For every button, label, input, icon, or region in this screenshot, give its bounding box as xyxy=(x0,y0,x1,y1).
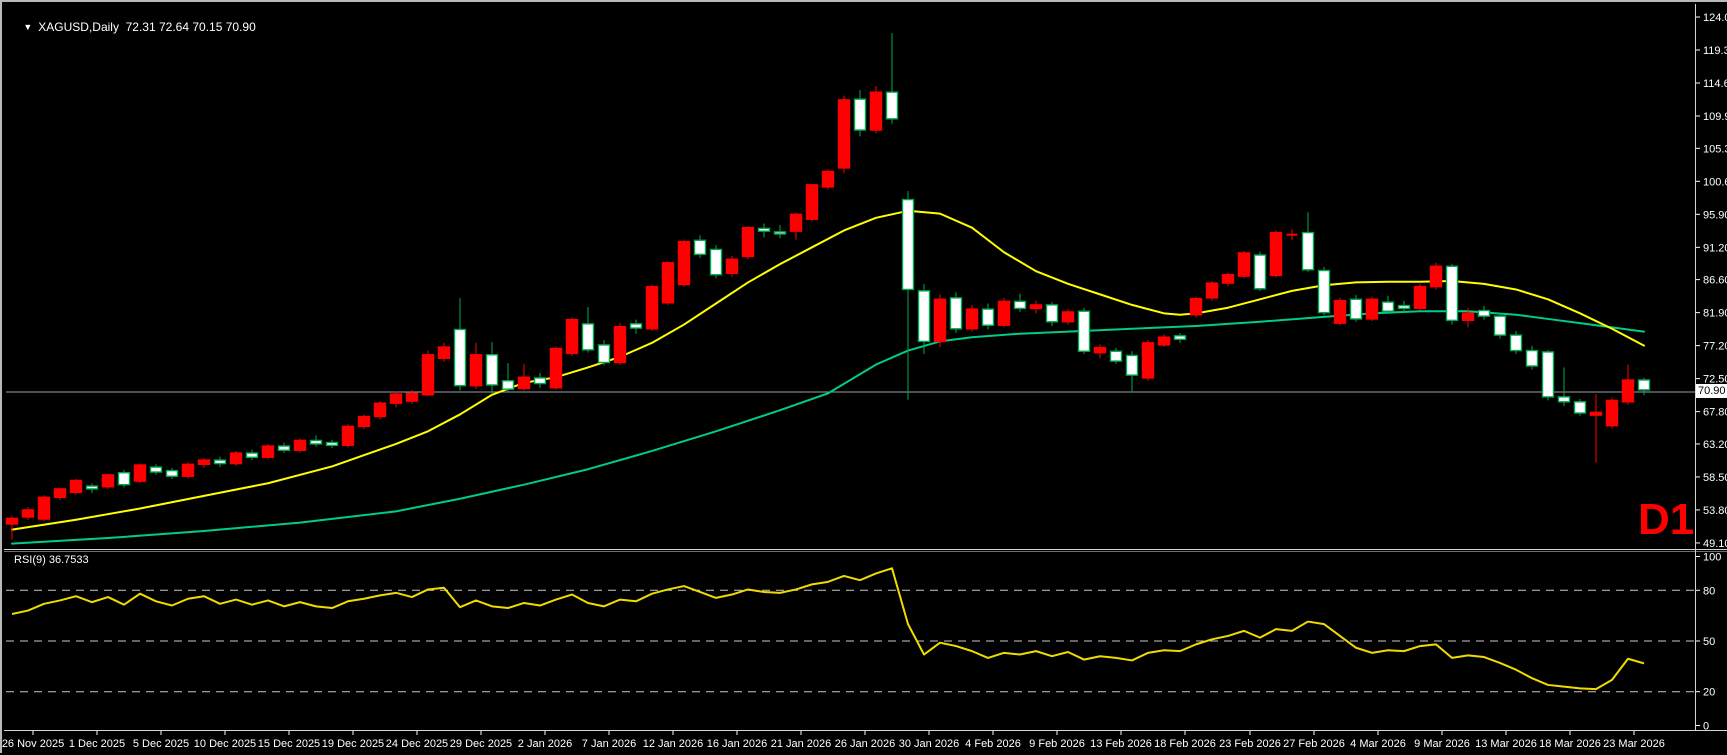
date-axis-label: 24 Dec 2025 xyxy=(386,738,448,750)
date-axis-label: 13 Mar 2026 xyxy=(1475,738,1537,750)
timeframe-watermark: D1 xyxy=(1638,495,1695,544)
chart-window: 124.00 119.30 114.60 109.90 105.30 100.60 95.9… xyxy=(0,0,1727,755)
date-axis-label: 9 Mar 2026 xyxy=(1414,738,1470,750)
price-axis-label: 105.30 xyxy=(1703,143,1727,155)
date-axis-label: 23 Feb 2026 xyxy=(1219,738,1281,750)
date-axis-label: 30 Jan 2026 xyxy=(899,738,960,750)
price-axis-label: 49.10 xyxy=(1703,538,1727,550)
price-axis-label: 53.80 xyxy=(1703,505,1727,517)
current-price-tag: 70.90 xyxy=(1696,384,1727,398)
date-axis-label: 19 Dec 2025 xyxy=(322,738,384,750)
date-axis-label: 15 Dec 2025 xyxy=(258,738,320,750)
date-axis-label: 29 Dec 2025 xyxy=(450,738,512,750)
price-axis-label: 86.60 xyxy=(1703,275,1727,287)
date-axis-label: 21 Jan 2026 xyxy=(771,738,832,750)
price-axis-label: 114.60 xyxy=(1703,78,1727,90)
date-axis-label: 13 Feb 2026 xyxy=(1090,738,1152,750)
rsi-axis-label: 100 xyxy=(1703,552,1721,564)
chart-title-ohlc: 72.31 72.64 70.15 70.90 xyxy=(125,20,256,34)
date-axis-label: 7 Jan 2026 xyxy=(582,738,636,750)
date-axis-label: 12 Jan 2026 xyxy=(643,738,704,750)
date-axis-label: 26 Nov 2025 xyxy=(2,738,64,750)
price-axis-label: 58.50 xyxy=(1703,472,1727,484)
rsi-axis-label: 20 xyxy=(1703,687,1715,699)
date-axis-label: 16 Jan 2026 xyxy=(707,738,768,750)
price-axis-label: 77.20 xyxy=(1703,341,1727,353)
date-axis-label: 4 Mar 2026 xyxy=(1350,738,1406,750)
price-axis-label: 63.20 xyxy=(1703,439,1727,451)
price-axis-label: 100.60 xyxy=(1703,176,1727,188)
symbol-dropdown-icon[interactable]: ▼ xyxy=(23,22,32,32)
rsi-axis-label: 80 xyxy=(1703,585,1715,597)
date-axis-label: 2 Jan 2026 xyxy=(518,738,572,750)
date-axis-label: 23 Mar 2026 xyxy=(1603,738,1665,750)
price-axis-label: 67.80 xyxy=(1703,407,1727,419)
rsi-axis-label: 0 xyxy=(1703,721,1709,733)
price-axis-label: 95.90 xyxy=(1703,209,1727,221)
price-axis-label: 109.90 xyxy=(1703,111,1727,123)
date-axis-label: 26 Jan 2026 xyxy=(835,738,896,750)
date-axis-label: 18 Mar 2026 xyxy=(1539,738,1601,750)
price-axis-label: 119.30 xyxy=(1703,45,1727,57)
date-axis-label: 10 Dec 2025 xyxy=(194,738,256,750)
price-axis-label: 91.20 xyxy=(1703,242,1727,254)
date-axis-label: 5 Dec 2025 xyxy=(133,738,189,750)
date-axis-label: 9 Feb 2026 xyxy=(1029,738,1085,750)
price-axis-label: 81.90 xyxy=(1703,308,1727,320)
date-axis-label: 27 Feb 2026 xyxy=(1283,738,1345,750)
chart-canvas[interactable]: 124.00 119.30 114.60 109.90 105.30 100.60 95.9… xyxy=(2,2,1727,755)
date-axis-label: 4 Feb 2026 xyxy=(965,738,1021,750)
price-axis-label: 124.00 xyxy=(1703,12,1727,24)
rsi-indicator-label: RSI(9) 36.7533 xyxy=(14,554,89,566)
date-axis-label: 18 Feb 2026 xyxy=(1154,738,1216,750)
rsi-axis-label: 50 xyxy=(1703,636,1715,648)
chart-title: ▼ XAGUSD,Daily 72.31 72.64 70.15 70.90 xyxy=(10,6,256,48)
date-axis-label: 1 Dec 2025 xyxy=(69,738,125,750)
chart-title-symbol: XAGUSD,Daily xyxy=(38,20,119,34)
